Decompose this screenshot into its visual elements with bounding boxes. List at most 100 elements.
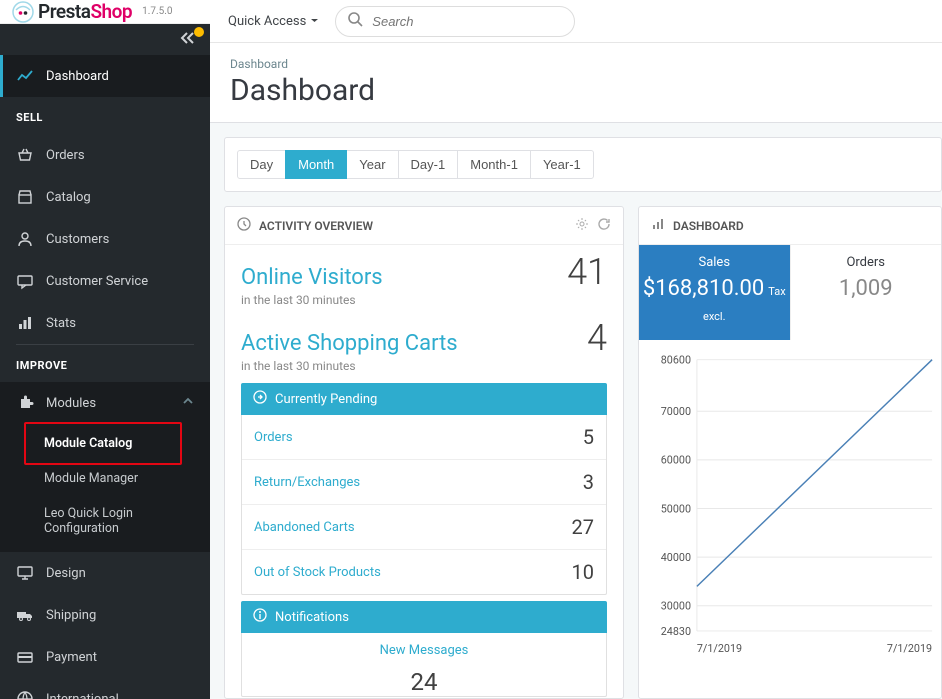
debug-indicator-icon (194, 27, 204, 37)
pending-orders-link[interactable]: Orders (254, 430, 293, 445)
truck-icon (16, 606, 34, 624)
clock-icon (237, 217, 251, 234)
trending-up-icon (16, 67, 34, 85)
pending-returns-row: Return/Exchanges 3 (242, 460, 606, 505)
chat-icon (16, 272, 34, 290)
page-header: Dashboard Dashboard (210, 43, 942, 123)
filter-day[interactable]: Day (237, 150, 286, 179)
nav-modules[interactable]: Modules (0, 382, 210, 424)
nav-design[interactable]: Design (0, 552, 210, 594)
subnav-module-manager[interactable]: Module Manager (0, 461, 210, 496)
info-icon (253, 608, 267, 626)
content: Day Month Year Day-1 Month-1 Year-1 ACTI… (210, 123, 942, 699)
pending-returns-value: 3 (583, 470, 594, 494)
online-visitors-link[interactable]: Online Visitors (241, 265, 383, 290)
sidebar: PrestaShop 1.7.5.0 Dashboard SELL Orders… (0, 0, 210, 699)
activity-panel: ACTIVITY OVERVIEW Online Visitors 41 in … (224, 206, 624, 699)
nav-orders-label: Orders (46, 148, 85, 163)
svg-text:7/1/2019: 7/1/2019 (697, 642, 742, 655)
notifications-header: Notifications (241, 601, 607, 633)
logo[interactable]: PrestaShop 1.7.5.0 (12, 0, 172, 23)
nav-shipping[interactable]: Shipping (0, 594, 210, 636)
active-carts-value: 4 (587, 317, 607, 359)
refresh-icon[interactable] (597, 217, 611, 234)
new-messages-link[interactable]: New Messages (242, 643, 606, 658)
active-carts-sub: in the last 30 minutes (241, 359, 607, 373)
active-carts-row: Active Shopping Carts 4 (241, 317, 607, 359)
arrow-right-circle-icon (253, 390, 267, 408)
nav-modules-submenu: Module Catalog Module Manager Leo Quick … (0, 424, 210, 552)
gear-icon[interactable] (575, 217, 589, 234)
nav-dashboard-label: Dashboard (46, 69, 109, 84)
activity-panel-body: Online Visitors 41 in the last 30 minute… (225, 245, 623, 699)
svg-text:80600: 80600 (661, 354, 691, 367)
dashboard-header-label: DASHBOARD (673, 219, 744, 233)
app-root: PrestaShop 1.7.5.0 Dashboard SELL Orders… (0, 0, 942, 699)
puzzle-icon (16, 394, 34, 412)
logo-shop: Shop (90, 0, 132, 23)
nav-design-label: Design (46, 566, 86, 581)
nav-payment-label: Payment (46, 650, 97, 665)
active-carts-link[interactable]: Active Shopping Carts (241, 331, 458, 356)
nav-payment[interactable]: Payment (0, 636, 210, 678)
pending-oos-row: Out of Stock Products 10 (242, 550, 606, 594)
filter-month[interactable]: Month (285, 150, 347, 179)
svg-text:7/1/2019: 7/1/2019 (887, 642, 932, 655)
svg-text:50000: 50000 (661, 502, 691, 515)
filter-year[interactable]: Year (346, 150, 398, 179)
notifications-list: New Messages 24 (241, 633, 607, 697)
basket-icon (16, 146, 34, 164)
activity-panel-header: ACTIVITY OVERVIEW (225, 207, 623, 245)
nav-orders[interactable]: Orders (0, 134, 210, 176)
quick-access-dropdown[interactable]: Quick Access (228, 14, 319, 29)
credit-card-icon (16, 648, 34, 666)
globe-icon (16, 690, 34, 699)
pending-oos-link[interactable]: Out of Stock Products (254, 565, 381, 580)
dashboard-tabs: Sales $168,810.00Tax excl. Orders 1,009 (639, 245, 941, 340)
nav-customers[interactable]: Customers (0, 218, 210, 260)
filter-year-1[interactable]: Year-1 (530, 150, 594, 179)
monitor-icon (16, 564, 34, 582)
tab-sales[interactable]: Sales $168,810.00Tax excl. (639, 245, 791, 340)
online-visitors-row: Online Visitors 41 (241, 251, 607, 293)
svg-text:70000: 70000 (661, 405, 691, 418)
search-input[interactable] (335, 6, 575, 37)
nav-international-label: International (46, 692, 119, 699)
online-visitors-value: 41 (567, 251, 607, 293)
svg-text:40000: 40000 (661, 551, 691, 564)
store-icon (16, 188, 34, 206)
logo-presta: Presta (38, 0, 90, 23)
pending-abandoned-link[interactable]: Abandoned Carts (254, 520, 355, 535)
tab-sales-label: Sales (639, 255, 790, 270)
nav-section-improve: IMPROVE (0, 345, 210, 382)
online-visitors-sub: in the last 30 minutes (241, 293, 607, 307)
version-label: 1.7.5.0 (142, 6, 172, 17)
filter-day-1[interactable]: Day-1 (398, 150, 459, 179)
filter-month-1[interactable]: Month-1 (457, 150, 531, 179)
nav-dashboard[interactable]: Dashboard (0, 55, 210, 97)
svg-text:30000: 30000 (661, 600, 691, 613)
sales-chart: 248303000040000500006000070000806007/1/2… (639, 340, 941, 660)
nav-stats[interactable]: Stats (0, 302, 210, 344)
pending-abandoned-value: 27 (572, 515, 594, 539)
nav-customer-service[interactable]: Customer Service (0, 260, 210, 302)
subnav-leo-quick-login[interactable]: Leo Quick Login Configuration (0, 496, 210, 546)
pending-oos-value: 10 (572, 560, 594, 584)
nav-catalog-label: Catalog (46, 190, 91, 205)
panels-row: ACTIVITY OVERVIEW Online Visitors 41 in … (224, 206, 942, 699)
tab-orders[interactable]: Orders 1,009 (791, 245, 942, 340)
nav-catalog[interactable]: Catalog (0, 176, 210, 218)
dashboard-panel: DASHBOARD Sales $168,810.00Tax excl. Ord… (638, 206, 942, 699)
tab-sales-value: $168,810.00 (643, 276, 764, 301)
sidebar-header: PrestaShop 1.7.5.0 (0, 0, 210, 24)
tab-orders-label: Orders (791, 255, 942, 270)
new-messages-value: 24 (411, 668, 438, 696)
pending-returns-link[interactable]: Return/Exchanges (254, 475, 360, 490)
bar-chart-icon (651, 217, 665, 234)
main: Quick Access Dashboard Dashboard Day Mon… (210, 0, 942, 699)
activity-header-label: ACTIVITY OVERVIEW (259, 219, 373, 233)
date-range-buttons: Day Month Year Day-1 Month-1 Year-1 (237, 150, 929, 179)
subnav-module-catalog[interactable]: Module Catalog (0, 426, 210, 461)
nav-international[interactable]: International (0, 678, 210, 699)
nav-stats-label: Stats (46, 316, 76, 331)
